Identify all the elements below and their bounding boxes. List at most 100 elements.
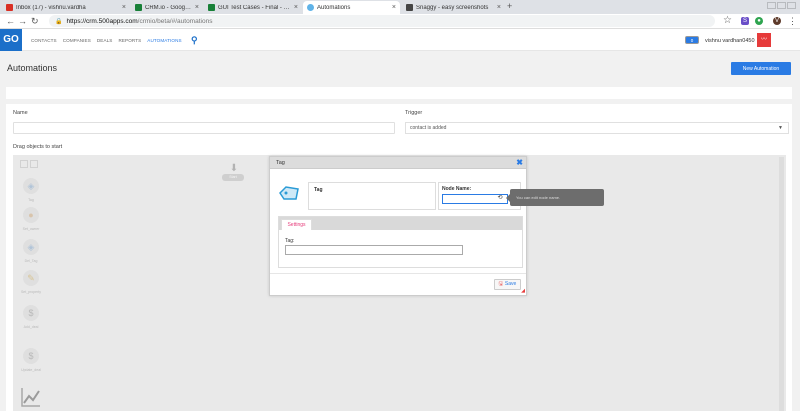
tool-update-deal[interactable]: $ Update_deal [20,348,42,372]
extension-icon[interactable]: S [741,17,749,25]
chart-icon [21,388,40,407]
name-label: Name [13,110,28,116]
chevron-down-icon: ▼ [778,125,783,131]
tag-node-dialog: Tag ✖ Tag Node Name: ⟲ Settings Tag: 🖫 Sa… [269,156,527,296]
close-icon[interactable]: × [195,4,199,11]
forward-icon[interactable]: → [18,16,27,26]
name-input[interactable] [13,122,395,134]
menu-item-reports[interactable]: REPORTS [118,38,141,43]
tool-set-property[interactable]: ✎ Set_property [20,270,42,294]
close-icon[interactable]: × [122,4,126,11]
tool-label: Set_property [20,290,42,294]
tag-icon: ◈ [23,239,39,255]
user-avatar[interactable]: 〰 [757,33,771,47]
drag-label: Drag objects to start [13,144,63,150]
trigger-label: Trigger [405,110,423,116]
menu-item-contacts[interactable]: CONTACTS [31,38,57,43]
browser-tab-automations[interactable]: Automations × [303,1,400,14]
tab-settings[interactable]: Settings [281,219,312,230]
page-header: Automations New Automation [0,52,800,88]
save-icon: 🖫 [498,280,503,287]
browser-tab-snaggy[interactable]: Snaggy - easy screenshots × [402,1,505,14]
close-icon[interactable]: ✖ [516,158,523,167]
maximize-button[interactable] [777,2,786,9]
palette-prev-button[interactable] [20,160,28,168]
page-title: Automations [7,63,58,73]
tag-icon [278,185,300,201]
tab-label: GUI Test Cases - Final - Go [218,4,291,11]
main-menu: CONTACTS COMPANIES DEALS REPORTS AUTOMAT… [31,38,182,43]
tool-chart[interactable] [20,386,42,410]
tab-label: CRM.io - Google Sheets [145,4,192,11]
back-icon[interactable]: ← [6,16,15,26]
save-label: Save [504,280,517,287]
dollar-icon: $ [23,348,39,364]
app-logo[interactable]: GO [0,29,22,51]
tool-del-tag[interactable]: ◈ Del_Tag [20,239,42,263]
browser-tab-sheets[interactable]: CRM.io - Google Sheets × [131,1,203,14]
close-icon[interactable]: × [497,4,501,11]
node-name-tooltip: You can edit node name. [506,189,604,206]
gmail-icon [6,4,13,11]
notification-badge[interactable]: 0 [685,36,699,44]
url-field[interactable]: 🔒 https://crm.500apps.com/crmio/beta/#/a… [49,15,715,27]
dollar-icon: $ [23,305,39,321]
tool-label: Del_Tag [24,259,38,263]
dialog-header: Tag ✖ [270,157,526,169]
menu-dots-icon[interactable]: ⋮ [788,16,797,27]
tool-set-owner[interactable]: ● Set_owner [20,207,42,231]
browser-tab-gui-tests[interactable]: GUI Test Cases - Final - Go × [204,1,302,14]
window-controls [767,2,796,9]
tool-tag[interactable]: ◈ Tag [20,178,42,202]
lock-icon: 🔒 [55,18,63,25]
user-icon: ● [23,207,39,223]
menu-item-deals[interactable]: DEALS [97,38,113,43]
search-icon[interactable]: ⚲ [191,35,198,46]
arrow-down-icon: ⬇ [229,163,239,174]
menu-item-companies[interactable]: COMPANIES [63,38,91,43]
edit-icon[interactable]: ⟲ [496,194,504,203]
user-name[interactable]: vishnu vardhan0450 [705,38,755,44]
browser-tab-bar: Inbox (17) - vishnu.vardha × CRM.io - Go… [0,0,800,14]
url-domain: https://crm.500apps.com [66,17,138,25]
new-automation-button[interactable]: New Automation [731,62,791,75]
dialog-footer [270,273,526,274]
close-icon[interactable]: × [392,4,396,11]
canvas-scrollbar[interactable] [779,157,784,411]
tag-name: Tag [314,187,323,193]
reload-icon[interactable]: ↻ [31,16,39,27]
node-name-label: Node Name: [442,186,472,192]
sheets-icon [135,4,142,11]
toolbar-strip [6,87,792,99]
sheets-icon [208,4,215,11]
extension-icon[interactable]: ● [755,17,763,25]
star-icon[interactable]: ☆ [723,15,732,26]
tab-label: Automations [317,4,351,11]
app-header: GO CONTACTS COMPANIES DEALS REPORTS AUTO… [0,29,800,51]
minimize-button[interactable] [767,2,776,9]
browser-tab-inbox[interactable]: Inbox (17) - vishnu.vardha × [2,1,130,14]
tab-label: Snaggy - easy screenshots [416,4,489,11]
resize-handle[interactable]: ◢ [521,288,525,294]
palette-next-button[interactable] [29,160,38,168]
trigger-select[interactable]: contact is added ▼ [405,122,789,134]
window-close-button[interactable] [787,2,796,9]
tag-input[interactable] [285,245,463,255]
profile-avatar[interactable]: V [773,17,781,25]
start-node[interactable]: ⬇ Start [222,163,246,185]
snaggy-icon [406,4,413,11]
menu-item-automations[interactable]: AUTOMATIONS [147,38,181,43]
pencil-icon: ✎ [23,270,39,286]
tool-label: Update_deal [21,368,41,372]
dialog-title: Tag [276,160,285,166]
tag-field-label: Tag: [285,238,295,244]
url-path: /crmio/beta/#/automations [137,17,213,25]
settings-panel: Settings Tag: [278,216,523,268]
settings-tab-strip: Settings [279,217,522,230]
tool-label: Add_deal [23,325,39,329]
tool-add-deal[interactable]: $ Add_deal [20,305,42,329]
palette-controls [20,160,42,169]
new-tab-button[interactable]: + [507,1,512,11]
save-button[interactable]: 🖫 Save [494,279,521,290]
close-icon[interactable]: × [294,4,298,11]
